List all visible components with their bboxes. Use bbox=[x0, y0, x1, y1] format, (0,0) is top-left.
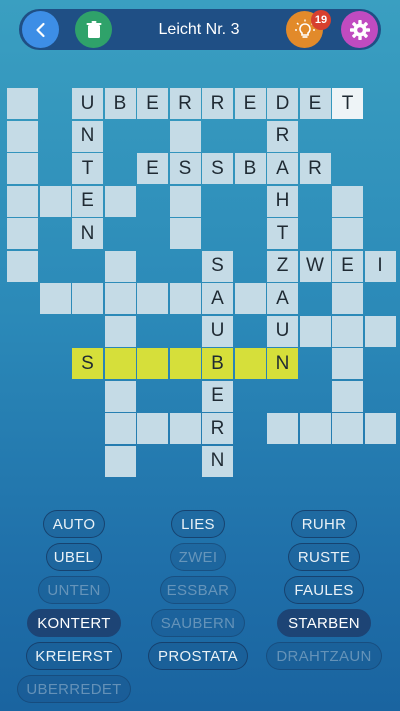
grid-cell[interactable] bbox=[169, 413, 201, 444]
word-chip[interactable]: AUTO bbox=[43, 510, 105, 538]
grid-cell[interactable]: T bbox=[72, 153, 103, 184]
word-chip[interactable]: RUSTE bbox=[288, 543, 360, 571]
grid-cell[interactable] bbox=[332, 413, 363, 444]
grid-cell[interactable] bbox=[7, 250, 38, 282]
grid-cell[interactable]: E bbox=[299, 88, 331, 119]
grid-cell[interactable]: N bbox=[202, 445, 233, 477]
word-chip[interactable]: PROSTATA bbox=[148, 642, 248, 670]
grid-cell[interactable]: B bbox=[234, 153, 266, 184]
grid-cell[interactable]: A bbox=[267, 283, 298, 314]
word-chip[interactable]: ESSBAR bbox=[160, 576, 236, 604]
word-chip[interactable]: LIES bbox=[171, 510, 225, 538]
word-chip[interactable]: UBEL bbox=[46, 543, 102, 571]
grid-cell[interactable] bbox=[39, 185, 71, 217]
word-chip[interactable]: SAUBERN bbox=[151, 609, 245, 637]
grid-cell[interactable] bbox=[104, 315, 136, 347]
grid-cell[interactable]: Z bbox=[267, 250, 298, 282]
grid-cell[interactable]: U bbox=[267, 315, 298, 347]
grid-cell[interactable]: T bbox=[267, 218, 298, 249]
grid-cell[interactable] bbox=[332, 218, 363, 249]
grid-cell[interactable] bbox=[137, 348, 168, 379]
grid-cell[interactable] bbox=[332, 283, 363, 314]
grid-cell[interactable] bbox=[104, 380, 136, 412]
grid-cell[interactable] bbox=[7, 120, 38, 152]
grid-cell[interactable]: S bbox=[169, 153, 201, 184]
grid-cell[interactable] bbox=[104, 185, 136, 217]
grid-cell[interactable] bbox=[169, 120, 201, 152]
grid-cell[interactable]: U bbox=[202, 315, 233, 347]
word-chip[interactable]: DRAHTZAUN bbox=[266, 642, 382, 670]
grid-cell[interactable] bbox=[169, 218, 201, 249]
grid-cell[interactable] bbox=[7, 88, 38, 119]
grid-cell[interactable]: E bbox=[332, 250, 363, 282]
grid-cell[interactable]: A bbox=[202, 283, 233, 314]
word-chip[interactable]: KREIERST bbox=[26, 642, 122, 670]
grid-cell[interactable]: I bbox=[364, 250, 396, 282]
word-chip[interactable]: ZWEI bbox=[170, 543, 226, 571]
grid-cell[interactable]: B bbox=[104, 88, 136, 119]
grid-cell[interactable] bbox=[332, 380, 363, 412]
grid-cell[interactable] bbox=[137, 283, 168, 314]
grid-cell[interactable] bbox=[267, 413, 298, 444]
word-bank: AUTO LIES RUHR UBEL ZWEI RUSTE UNTEN ESSBAR FAUL… bbox=[0, 508, 400, 708]
grid-cell[interactable] bbox=[104, 283, 136, 314]
word-chip[interactable]: FAULES bbox=[284, 576, 364, 604]
grid-cell[interactable] bbox=[169, 348, 201, 379]
grid-cell[interactable] bbox=[332, 348, 363, 379]
grid-cell[interactable]: R bbox=[202, 413, 233, 444]
grid-cell[interactable] bbox=[7, 185, 38, 217]
grid-cell[interactable] bbox=[72, 283, 103, 314]
grid-cell[interactable]: E bbox=[72, 185, 103, 217]
grid-cell[interactable]: S bbox=[202, 153, 233, 184]
grid-cell[interactable]: U bbox=[72, 88, 103, 119]
grid-cell[interactable]: E bbox=[202, 380, 233, 412]
grid-cell[interactable]: E bbox=[137, 153, 168, 184]
grid-cell[interactable] bbox=[39, 283, 71, 314]
grid-cell[interactable]: S bbox=[202, 250, 233, 282]
grid-cell[interactable]: E bbox=[137, 88, 168, 119]
grid-cell[interactable] bbox=[234, 348, 266, 379]
grid-cell[interactable] bbox=[364, 315, 396, 347]
grid-cell[interactable]: B bbox=[202, 348, 233, 379]
grid-cell[interactable] bbox=[332, 185, 363, 217]
grid-cell[interactable]: D bbox=[267, 88, 298, 119]
grid-cell[interactable] bbox=[332, 315, 363, 347]
grid-cell[interactable] bbox=[7, 153, 38, 184]
grid-cell[interactable]: S bbox=[72, 348, 103, 379]
grid-cell[interactable]: W bbox=[299, 250, 331, 282]
grid-cell[interactable] bbox=[104, 250, 136, 282]
word-chip[interactable]: UNTEN bbox=[38, 576, 110, 604]
grid-cell[interactable] bbox=[104, 413, 136, 444]
word-chip[interactable]: RUHR bbox=[291, 510, 357, 538]
grid-cell[interactable] bbox=[104, 348, 136, 379]
grid-cell[interactable]: N bbox=[267, 348, 298, 379]
grid-cell[interactable] bbox=[299, 413, 331, 444]
grid-cell[interactable] bbox=[234, 283, 266, 314]
grid-cell[interactable]: R bbox=[169, 88, 201, 119]
grid-cell[interactable] bbox=[364, 413, 396, 444]
grid-cell[interactable]: E bbox=[234, 88, 266, 119]
word-chip[interactable]: UBERREDET bbox=[17, 675, 131, 703]
grid-cell[interactable]: H bbox=[267, 185, 298, 217]
grid-cell[interactable]: R bbox=[267, 120, 298, 152]
grid-cell[interactable]: N bbox=[72, 120, 103, 152]
grid-cell[interactable] bbox=[137, 413, 168, 444]
grid-cell[interactable]: T bbox=[332, 88, 363, 119]
grid-cell[interactable]: N bbox=[72, 218, 103, 249]
grid-cell[interactable] bbox=[299, 315, 331, 347]
grid-cell[interactable] bbox=[7, 218, 38, 249]
grid-cell[interactable] bbox=[169, 283, 201, 314]
grid-cell[interactable] bbox=[169, 185, 201, 217]
word-chip[interactable]: KONTERT bbox=[27, 609, 121, 637]
grid-cell[interactable]: R bbox=[202, 88, 233, 119]
grid-cell[interactable]: A bbox=[267, 153, 298, 184]
word-chip[interactable]: STARBEN bbox=[277, 609, 371, 637]
grid-cell[interactable]: R bbox=[299, 153, 331, 184]
grid-cell[interactable] bbox=[104, 445, 136, 477]
